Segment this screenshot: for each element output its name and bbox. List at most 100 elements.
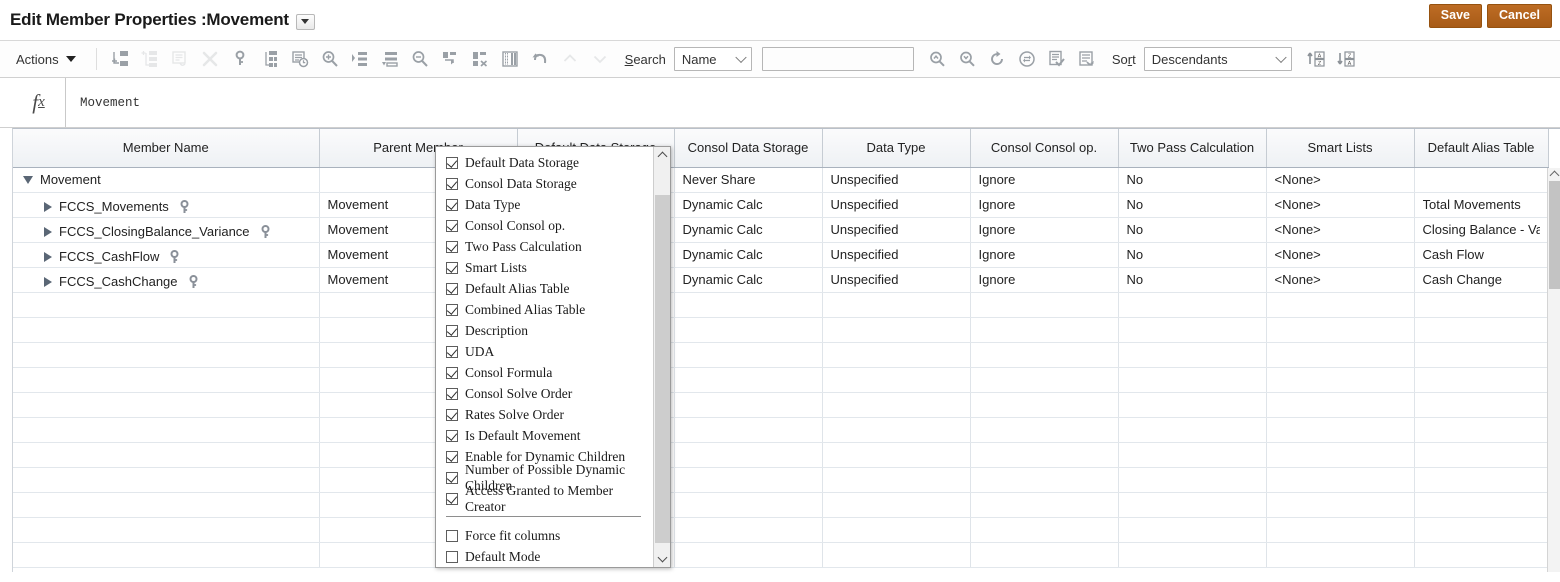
- empty-cell[interactable]: [674, 392, 822, 417]
- consol-op-cell[interactable]: Ignore: [970, 192, 1118, 217]
- search-input[interactable]: [762, 47, 914, 71]
- empty-cell[interactable]: [1266, 492, 1414, 517]
- tree-expander-open-icon[interactable]: [23, 176, 33, 184]
- column-checkbox-item[interactable]: Default Alias Table: [446, 278, 653, 299]
- empty-cell[interactable]: [13, 342, 319, 367]
- empty-cell[interactable]: [1266, 542, 1414, 567]
- column-checkbox-item[interactable]: UDA: [446, 341, 653, 362]
- empty-cell[interactable]: [1266, 292, 1414, 317]
- add-child-icon[interactable]: [135, 45, 165, 73]
- smart-lists-cell[interactable]: <None>: [1266, 167, 1414, 192]
- member-name-cell[interactable]: FCCS_CashChange: [13, 267, 319, 292]
- empty-cell[interactable]: [822, 392, 970, 417]
- table-row-empty[interactable]: [13, 292, 1548, 317]
- move-member-icon[interactable]: [435, 45, 465, 73]
- checkbox-icon[interactable]: [446, 325, 458, 337]
- empty-cell[interactable]: [970, 517, 1118, 542]
- table-row-empty[interactable]: [13, 442, 1548, 467]
- empty-cell[interactable]: [674, 367, 822, 392]
- column-checkbox-item[interactable]: Consol Consol op.: [446, 215, 653, 236]
- column-checkbox-item[interactable]: Access Granted to Member Creator: [446, 488, 653, 509]
- empty-cell[interactable]: [674, 417, 822, 442]
- title-dropdown-button[interactable]: [296, 14, 315, 30]
- empty-cell[interactable]: [970, 342, 1118, 367]
- empty-cell[interactable]: [1414, 317, 1548, 342]
- empty-cell[interactable]: [13, 442, 319, 467]
- checkbox-icon[interactable]: [446, 551, 458, 563]
- empty-cell[interactable]: [674, 292, 822, 317]
- table-row[interactable]: FCCS_MovementsMovementDynamic CalcUnspec…: [13, 192, 1548, 217]
- consol-data-storage-cell[interactable]: Dynamic Calc: [674, 192, 822, 217]
- sort-scope-select[interactable]: Descendants: [1144, 47, 1292, 71]
- empty-cell[interactable]: [1118, 342, 1266, 367]
- column-checkbox-item[interactable]: Combined Alias Table: [446, 299, 653, 320]
- consol-op-cell[interactable]: Ignore: [970, 242, 1118, 267]
- column-header[interactable]: Default Alias Table: [1414, 129, 1548, 167]
- consol-data-storage-cell[interactable]: Never Share: [674, 167, 822, 192]
- empty-cell[interactable]: [1266, 317, 1414, 342]
- data-type-cell[interactable]: Unspecified: [822, 167, 970, 192]
- column-header[interactable]: Consol Consol op.: [970, 129, 1118, 167]
- search-up-icon[interactable]: [922, 45, 952, 73]
- empty-cell[interactable]: [1266, 517, 1414, 542]
- fx-icon[interactable]: fx: [12, 78, 66, 127]
- empty-cell[interactable]: [13, 367, 319, 392]
- table-row-empty[interactable]: [13, 492, 1548, 517]
- checkbox-icon[interactable]: [446, 409, 458, 421]
- checkbox-icon[interactable]: [446, 430, 458, 442]
- empty-cell[interactable]: [970, 317, 1118, 342]
- member-name-cell[interactable]: FCCS_CashFlow: [13, 242, 319, 267]
- empty-cell[interactable]: [1414, 442, 1548, 467]
- empty-cell[interactable]: [1266, 467, 1414, 492]
- column-header[interactable]: Consol Data Storage: [674, 129, 822, 167]
- apply-icon[interactable]: [1072, 45, 1102, 73]
- empty-cell[interactable]: [822, 317, 970, 342]
- two-pass-calculation-cell[interactable]: No: [1118, 217, 1266, 242]
- checkbox-icon[interactable]: [446, 304, 458, 316]
- default-alias-table-cell[interactable]: Cash Change: [1414, 267, 1548, 292]
- empty-cell[interactable]: [822, 417, 970, 442]
- checkbox-icon[interactable]: [446, 346, 458, 358]
- tree-expander-closed-icon[interactable]: [44, 202, 52, 212]
- empty-cell[interactable]: [13, 542, 319, 567]
- column-checkbox-item[interactable]: Two Pass Calculation: [446, 236, 653, 257]
- empty-cell[interactable]: [1414, 517, 1548, 542]
- actions-menu-button[interactable]: Actions: [6, 50, 88, 69]
- member-name-cell[interactable]: FCCS_ClosingBalance_Variance: [13, 217, 319, 242]
- empty-cell[interactable]: [1118, 467, 1266, 492]
- checkbox-icon[interactable]: [446, 493, 458, 505]
- search-down-icon[interactable]: [952, 45, 982, 73]
- consol-op-cell[interactable]: Ignore: [970, 217, 1118, 242]
- popup-scrollbar[interactable]: [653, 147, 670, 567]
- tree-expander-closed-icon[interactable]: [44, 277, 52, 287]
- column-checkbox-item[interactable]: Data Type: [446, 194, 653, 215]
- column-checkbox-item[interactable]: Consol Formula: [446, 362, 653, 383]
- empty-cell[interactable]: [1266, 392, 1414, 417]
- edit-member-icon[interactable]: [165, 45, 195, 73]
- empty-cell[interactable]: [13, 292, 319, 317]
- empty-cell[interactable]: [1266, 342, 1414, 367]
- empty-cell[interactable]: [1266, 367, 1414, 392]
- empty-cell[interactable]: [674, 442, 822, 467]
- checkbox-icon[interactable]: [446, 367, 458, 379]
- default-alias-table-cell[interactable]: Total Movements: [1414, 192, 1548, 217]
- refresh-icon[interactable]: [982, 45, 1012, 73]
- add-sibling-icon[interactable]: [105, 45, 135, 73]
- popup-option-item[interactable]: Force fit columns: [446, 525, 653, 546]
- formula-value[interactable]: Movement: [66, 78, 1560, 127]
- empty-cell[interactable]: [970, 417, 1118, 442]
- empty-cell[interactable]: [970, 292, 1118, 317]
- save-button[interactable]: Save: [1429, 4, 1482, 28]
- two-pass-calculation-cell[interactable]: No: [1118, 167, 1266, 192]
- move-down-icon[interactable]: [585, 45, 615, 73]
- collapse-one-level-icon[interactable]: [375, 45, 405, 73]
- delete-member-icon[interactable]: [195, 45, 225, 73]
- columns-icon[interactable]: [495, 45, 525, 73]
- data-type-cell[interactable]: Unspecified: [822, 217, 970, 242]
- empty-cell[interactable]: [1118, 542, 1266, 567]
- empty-cell[interactable]: [13, 392, 319, 417]
- column-header[interactable]: Data Type: [822, 129, 970, 167]
- empty-cell[interactable]: [970, 492, 1118, 517]
- checkbox-icon[interactable]: [446, 451, 458, 463]
- empty-cell[interactable]: [1118, 317, 1266, 342]
